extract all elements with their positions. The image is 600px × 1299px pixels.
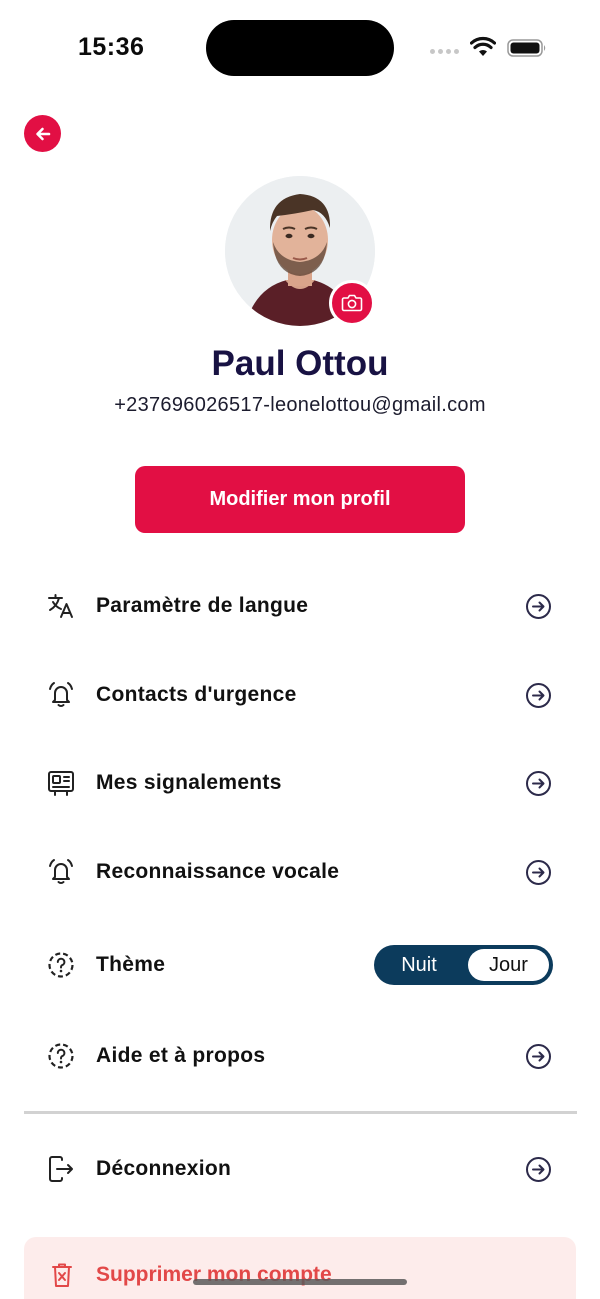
translate-icon [48,594,73,618]
menu-item-label: Déconnexion [96,1157,232,1180]
arrow-right-circle-icon [526,1156,551,1182]
change-photo-button[interactable] [329,280,375,326]
menu-item-label: Paramètre de langue [96,594,309,617]
report-screen-icon [48,771,74,796]
help-circle-dashed-icon [48,952,74,978]
theme-toggle[interactable]: Nuit Jour [374,945,553,985]
menu-item-emergency-contacts[interactable]: Contacts d'urgence [24,660,576,730]
menu-item-label: Mes signalements [96,771,282,794]
bell-ringing-icon [49,682,73,707]
menu-item-my-reports[interactable]: Mes signalements [24,748,576,818]
status-bar: 15:36 [0,0,600,96]
wifi-icon [470,36,496,56]
profile-contact: +237696026517-leonelottou@gmail.com [114,394,486,416]
delete-account-button[interactable]: Supprimer mon compte [24,1237,576,1299]
arrow-right-circle-icon [526,682,551,708]
cellular-signal-icon [430,46,460,54]
profile-name: Paul Ottou [211,344,389,383]
status-time: 15:36 [78,33,145,61]
menu-item-help-about[interactable]: Aide et à propos [24,1021,576,1091]
avatar-container [225,176,375,326]
arrow-right-circle-icon [526,593,551,619]
arrow-right-circle-icon [526,1043,551,1069]
menu-item-language[interactable]: Paramètre de langue [24,571,576,641]
menu-item-logout[interactable]: Déconnexion [24,1134,576,1204]
menu-item-label: Thème [96,953,166,976]
menu-item-label: Contacts d'urgence [96,683,297,706]
back-button[interactable] [24,115,61,152]
edit-profile-button[interactable]: Modifier mon profil [135,466,465,533]
bell-ringing-icon [49,859,73,884]
theme-option-night[interactable]: Nuit [374,945,464,985]
menu-item-label: Reconnaissance vocale [96,860,340,883]
menu-item-voice-recognition[interactable]: Reconnaissance vocale [24,837,576,907]
divider [24,1111,577,1114]
battery-icon [507,39,546,57]
camera-icon [341,294,363,312]
dynamic-island [206,20,394,76]
home-indicator [193,1279,407,1285]
theme-option-day[interactable]: Jour [468,949,549,981]
arrow-right-circle-icon [526,859,551,885]
arrow-right-circle-icon [526,770,551,796]
arrow-left-icon [35,127,50,140]
logout-icon [49,1156,73,1182]
help-circle-dashed-icon [48,1043,74,1069]
trash-icon [52,1263,72,1287]
menu-item-label: Aide et à propos [96,1044,266,1067]
